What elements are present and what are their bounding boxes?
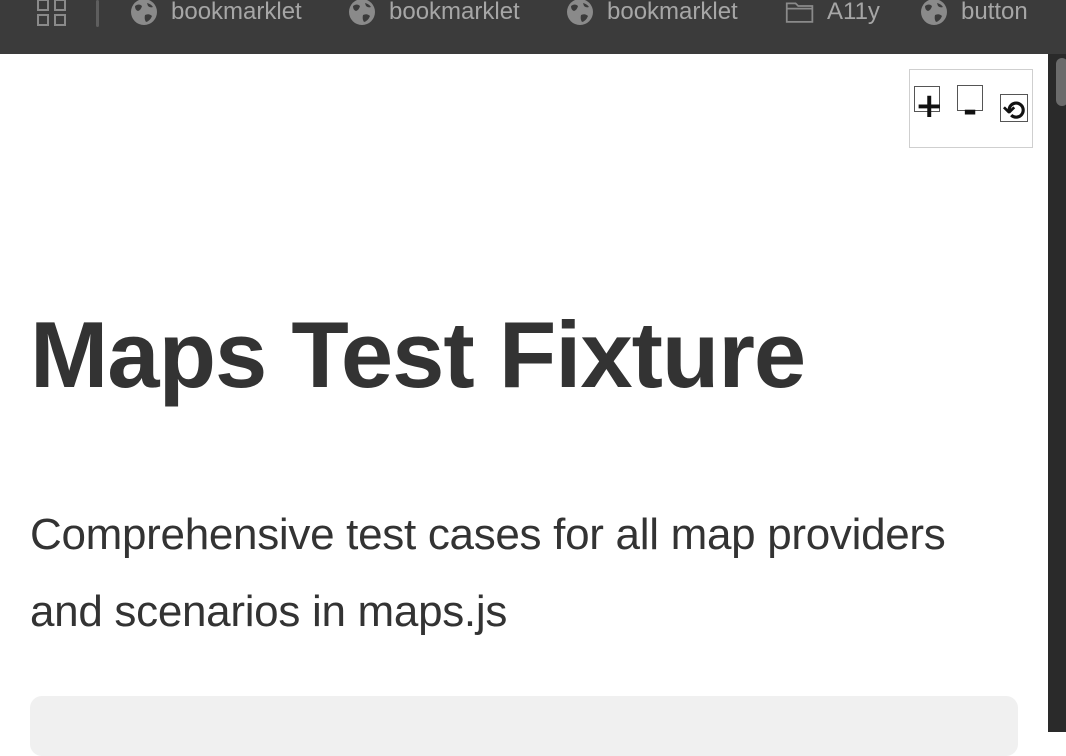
scrollbar-thumb[interactable] <box>1056 58 1066 106</box>
globe-icon <box>131 0 157 25</box>
zoom-in-button[interactable]: + <box>914 86 944 123</box>
scrollbar-track[interactable] <box>1048 54 1066 732</box>
zoom-in-label: + <box>915 86 944 126</box>
bookmark-label: bookmarklet <box>171 0 302 25</box>
globe-icon <box>567 0 593 25</box>
globe-icon <box>349 0 375 25</box>
bookmarks-divider <box>96 0 99 27</box>
apps-grid-icon[interactable] <box>36 0 68 27</box>
reset-view-button[interactable]: ⟲ <box>1000 94 1028 127</box>
zoom-out-button[interactable]: - <box>957 85 983 128</box>
bookmark-item[interactable]: button <box>919 0 1028 27</box>
page-title: Maps Test Fixture <box>30 302 806 407</box>
bookmark-label: bookmarklet <box>607 0 738 25</box>
folder-icon <box>785 2 814 23</box>
map-zoom-controls: + - ⟲ <box>909 69 1033 148</box>
bookmarks-bar: bookmarklet bookmarklet bookmarklet A11y… <box>0 0 1066 54</box>
globe-icon <box>921 0 947 25</box>
reset-icon: ⟲ <box>1002 96 1026 127</box>
zoom-out-label: - <box>962 91 978 131</box>
bookmark-item[interactable]: bookmarklet <box>565 0 738 27</box>
bookmark-label: bookmarklet <box>389 0 520 25</box>
page-subtitle: Comprehensive test cases for all map pro… <box>30 510 946 636</box>
bookmark-folder[interactable]: A11y <box>785 0 880 27</box>
content-card <box>30 696 1018 756</box>
bookmark-item[interactable]: bookmarklet <box>129 0 302 27</box>
bookmark-label: button <box>961 0 1028 25</box>
bookmark-item[interactable]: bookmarklet <box>347 0 520 27</box>
bookmark-label: A11y <box>827 0 880 25</box>
